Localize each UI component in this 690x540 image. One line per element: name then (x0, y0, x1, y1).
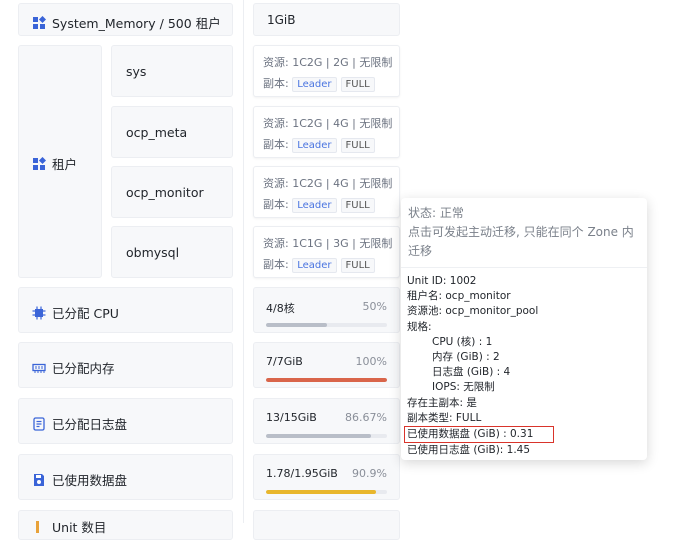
tooltip-body: Unit ID: 1002 租户名: ocp_monitor 资源池: ocp_… (401, 268, 647, 464)
memory-value: 1GiB (267, 13, 296, 27)
unit-count-icon (36, 520, 39, 533)
tenant-icon (33, 156, 46, 170)
metric-percent: 86.67% (345, 411, 387, 424)
column-divider (243, 0, 244, 523)
tooltip-memory: 内存 (GiB) : 2 (432, 351, 500, 364)
metric-label-cpu: 已分配 CPU (18, 287, 233, 333)
metric-title: 已分配 CPU (52, 306, 119, 321)
leader-tag: Leader (292, 198, 337, 213)
metric-progress-bar (266, 323, 387, 327)
tenant-group-label: 租户 (18, 45, 102, 278)
tenant-name-cell: ocp_monitor (111, 166, 233, 218)
unit-card-obmysql[interactable]: 资源: 1C1G | 3G | 无限制 副本: Leader FULL (253, 226, 400, 278)
full-tag: FULL (340, 198, 375, 213)
tooltip-tenant-name: 租户名: ocp_monitor (407, 290, 511, 303)
metric-title: 已分配日志盘 (52, 417, 128, 432)
unit-card-ocp-meta[interactable]: 资源: 1C2G | 4G | 无限制 副本: Leader FULL (253, 106, 400, 158)
metric-progress-bar (266, 490, 387, 494)
leader-tag: Leader (292, 138, 337, 153)
tooltip-replica-type: 副本类型: FULL (407, 411, 482, 424)
tenant-name: obmysql (126, 244, 180, 260)
full-tag: FULL (340, 258, 375, 273)
data-disk-icon (34, 473, 44, 486)
metric-progress-fill (266, 490, 376, 494)
tooltip-iops: IOPS: 无限制 (432, 381, 495, 394)
log-disk-icon (33, 416, 45, 431)
tooltip-log-disk: 日志盘 (GiB) : 4 (432, 366, 511, 379)
tenant-name-cell: sys (111, 45, 233, 97)
leader-tag: Leader (292, 77, 337, 92)
tenant-name: ocp_meta (126, 124, 188, 140)
grid-icon (33, 15, 46, 29)
metric-progress-fill (266, 323, 327, 327)
metric-progress-fill (266, 434, 371, 438)
metric-value-log-disk: 13/15GiB 86.67% (253, 398, 400, 444)
tooltip-pool: 资源池: ocp_monitor_pool (407, 305, 539, 318)
metric-label-memory: 已分配内存 (18, 342, 233, 388)
tooltip-header: 状态: 正常 点击可发起主动迁移, 只能在同个 Zone 内迁移 (401, 198, 647, 268)
cpu-icon (32, 306, 46, 319)
full-tag: FULL (340, 77, 375, 92)
tenant-name: ocp_monitor (126, 184, 204, 200)
replica-label: 副本: (263, 77, 289, 90)
metric-title: 已使用数据盘 (52, 473, 128, 488)
memory-row-label: System_Memory / 500 租户 (18, 3, 233, 36)
tenant-name: sys (126, 63, 147, 79)
metric-value-cpu: 4/8核 50% (253, 287, 400, 333)
memory-row-value: 1GiB (253, 3, 400, 36)
metric-title: Unit 数目 (52, 520, 107, 535)
unit-resource: 资源: 1C2G | 2G | 无限制 (263, 56, 393, 69)
metric-ratio: 13/15GiB (266, 411, 317, 424)
memory-row-title: System_Memory / 500 租户 (52, 16, 221, 31)
metric-label-unit-count: Unit 数目 (18, 510, 233, 540)
tooltip-spec-label: 规格: (407, 320, 432, 333)
metric-progress-bar (266, 434, 387, 438)
metric-label-data-disk: 已使用数据盘 (18, 454, 233, 500)
metric-percent: 50% (362, 300, 387, 313)
leader-tag: Leader (292, 258, 337, 273)
memory-icon (32, 363, 46, 373)
tooltip-log-disk-used: 已使用日志盘 (GiB): 1.45 (407, 444, 531, 457)
metric-progress-fill (266, 378, 387, 382)
tooltip-cpu: CPU (核) : 1 (432, 335, 493, 348)
metric-value-data-disk: 1.78/1.95GiB 90.9% (253, 454, 400, 500)
tooltip-unit-id: Unit ID: 1002 (407, 275, 477, 287)
tenant-name-cell: obmysql (111, 226, 233, 278)
metric-percent: 100% (355, 355, 387, 368)
metric-title: 已分配内存 (52, 361, 115, 376)
tooltip-status: 状态: 正常 (408, 206, 464, 220)
unit-resource: 资源: 1C1G | 3G | 无限制 (263, 237, 393, 250)
unit-tooltip: 状态: 正常 点击可发起主动迁移, 只能在同个 Zone 内迁移 Unit ID… (401, 198, 647, 460)
metric-value-unit-count (253, 510, 400, 540)
metric-progress-bar (266, 378, 387, 382)
metric-ratio: 1.78/1.95GiB (266, 467, 338, 480)
tooltip-hint: 点击可发起主动迁移, 只能在同个 Zone 内迁移 (408, 225, 634, 258)
replica-label: 副本: (263, 138, 289, 151)
metric-label-log-disk: 已分配日志盘 (18, 398, 233, 444)
metric-value-memory: 7/7GiB 100% (253, 342, 400, 388)
metric-ratio: 7/7GiB (266, 355, 303, 368)
replica-label: 副本: (263, 198, 289, 211)
tooltip-data-disk-used: 已使用数据盘 (GiB) : 0.31 (404, 426, 554, 444)
tenant-group-title: 租户 (52, 157, 78, 172)
metric-ratio: 4/8核 (266, 302, 295, 315)
unit-card-sys[interactable]: 资源: 1C2G | 2G | 无限制 副本: Leader FULL (253, 45, 400, 97)
unit-resource: 资源: 1C2G | 4G | 无限制 (263, 177, 393, 190)
tenant-name-cell: ocp_meta (111, 106, 233, 158)
metric-percent: 90.9% (352, 467, 387, 480)
full-tag: FULL (340, 138, 375, 153)
unit-resource: 资源: 1C2G | 4G | 无限制 (263, 117, 393, 130)
unit-card-ocp-monitor[interactable]: 资源: 1C2G | 4G | 无限制 副本: Leader FULL (253, 166, 400, 218)
replica-label: 副本: (263, 258, 289, 271)
tooltip-has-leader: 存在主副本: 是 (407, 396, 477, 409)
